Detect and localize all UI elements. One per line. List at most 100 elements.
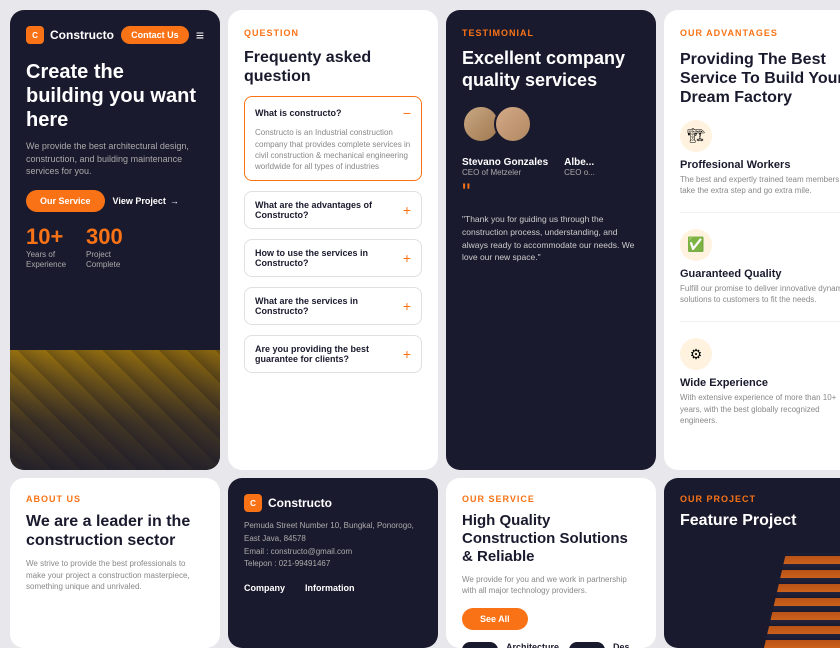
service-section-label: OUR SERVICE [462, 494, 640, 504]
design-icon: 🔧 [569, 642, 605, 648]
service-description: We provide for you and we work in partne… [462, 574, 640, 596]
advantage-desc-2: Fulfill our promise to deliver innovativ… [680, 283, 840, 305]
testimonial-person-1: Stevano Gonzales CEO of Metzeler [462, 157, 548, 177]
footer-logo: C Constructo [244, 494, 422, 512]
service-card: OUR SERVICE High Quality Construction So… [446, 478, 656, 648]
advantages-section-label: OUR ADVANTAGES [680, 28, 840, 38]
logo-icon: C [26, 26, 44, 44]
faq-item[interactable]: What are the services in Constructo? + [244, 287, 422, 325]
advantage-item-1: 🏗 Proffesional Workers The best and expe… [680, 120, 840, 196]
faq-toggle-icon: + [403, 202, 411, 218]
project-building-visual [764, 553, 840, 648]
project-section-label: OUR PROJECT [680, 494, 840, 504]
menu-icon[interactable]: ≡ [196, 27, 204, 43]
experience-icon: ⚙ [680, 338, 712, 370]
faq-toggle-icon: − [403, 105, 411, 121]
hero-title: Create the building you want here [26, 60, 204, 132]
faq-header: Are you providing the best guarantee for… [255, 344, 411, 364]
stats-row: 10+ Years ofExperience 300 ProjectComple… [26, 224, 204, 271]
faq-toggle-icon: + [403, 298, 411, 314]
hero-buttons: Our Service View Project → [26, 190, 204, 212]
stat-years-label: Years ofExperience [26, 250, 66, 271]
faq-title: Frequenty asked question [244, 48, 422, 86]
faq-item[interactable]: What are the advantages of Constructo? + [244, 191, 422, 229]
faq-question: What are the services in Constructo? [255, 296, 403, 316]
faq-header: How to use the services in Constructo? + [255, 248, 411, 268]
stat-projects: 300 ProjectComplete [86, 224, 123, 271]
quality-icon: ✅ [680, 229, 712, 261]
logo: C Constructo [26, 26, 114, 44]
hero-description: We provide the best architectural design… [26, 140, 204, 178]
advantage-title-1: Proffesional Workers [680, 159, 840, 171]
footer-col-1: Company [244, 583, 285, 597]
advantages-title: Providing The Best Service To Build Your… [680, 50, 840, 108]
hero-card: C Constructo Contact Us ≡ Create the bui… [10, 10, 220, 470]
faq-item[interactable]: How to use the services in Constructo? + [244, 239, 422, 277]
logo-text: Constructo [50, 28, 114, 42]
testimonial-card: TESTIMONIAL Excellent company quality se… [446, 10, 656, 470]
about-title: We are a leader in the construction sect… [26, 512, 204, 550]
footer-columns: Company Information [244, 583, 422, 597]
person1-role: CEO of Metzeler [462, 168, 548, 177]
testimonial-title: Excellent company quality services [462, 48, 640, 91]
contact-button[interactable]: Contact Us [121, 26, 189, 44]
footer-address: Pemuda Street Number 10, Bungkal, Ponoro… [244, 520, 422, 571]
faq-question: What is constructo? [255, 108, 403, 118]
stat-years-num: 10+ [26, 224, 66, 250]
faq-header: What are the advantages of Constructo? + [255, 200, 411, 220]
testimonial-avatars [462, 105, 640, 143]
arrow-icon: → [170, 196, 179, 206]
about-description: We strive to provide the best profession… [26, 558, 204, 592]
faq-question: What are the advantages of Constructo? [255, 200, 403, 220]
faq-item[interactable]: Are you providing the best guarantee for… [244, 335, 422, 373]
person2-name: Albe... [564, 157, 595, 168]
service-sub-1: Architecture & Building Architecture is … [506, 642, 559, 648]
footer-col-2: Information [305, 583, 355, 597]
footer-card: C Constructo Pemuda Street Number 10, Bu… [228, 478, 438, 648]
project-title: Feature Project [680, 512, 840, 530]
advantage-desc-3: With extensive experience of more than 1… [680, 392, 840, 426]
service-title: High Quality Construction Solutions & Re… [462, 512, 640, 566]
advantage-desc-1: The best and expertly trained team membe… [680, 174, 840, 196]
faq-header: What are the services in Constructo? + [255, 296, 411, 316]
faq-toggle-icon: + [403, 250, 411, 266]
stat-projects-label: ProjectComplete [86, 250, 123, 271]
advantages-card: OUR ADVANTAGES Providing The Best Servic… [664, 10, 840, 470]
see-all-button[interactable]: See All [462, 608, 528, 630]
service-button[interactable]: Our Service [26, 190, 105, 212]
divider [680, 212, 840, 213]
person2-role: CEO o... [564, 168, 595, 177]
service-item-1: 🏛 Architecture & Building Architecture i… [462, 642, 559, 648]
about-card: ABOUT US We are a leader in the construc… [10, 478, 220, 648]
project-button[interactable]: View Project → [113, 196, 179, 206]
service-items: 🏛 Architecture & Building Architecture i… [462, 642, 640, 648]
faq-answer: Constructo is an Industrial construction… [255, 127, 411, 172]
faq-question: How to use the services in Constructo? [255, 248, 403, 268]
advantage-item-3: ⚙ Wide Experience With extensive experie… [680, 338, 840, 426]
quote-mark-icon: " [462, 187, 640, 199]
faq-card: QUESTION Frequenty asked question What i… [228, 10, 438, 470]
stat-projects-num: 300 [86, 224, 123, 250]
about-section-label: ABOUT US [26, 494, 204, 504]
stat-experience: 10+ Years ofExperience [26, 224, 66, 271]
testimonial-info: Stevano Gonzales CEO of Metzeler Albe...… [462, 157, 640, 177]
testimonial-quote: "Thank you for guiding us through the co… [462, 213, 640, 264]
advantage-title-3: Wide Experience [680, 377, 840, 389]
person1-name: Stevano Gonzales [462, 157, 548, 168]
footer-logo-text: Constructo [268, 496, 332, 510]
testimonial-person-2: Albe... CEO o... [564, 157, 595, 177]
hero-topbar: C Constructo Contact Us ≡ [26, 26, 204, 44]
workers-icon: 🏗 [680, 120, 712, 152]
faq-item[interactable]: What is constructo? − Constructo is an I… [244, 96, 422, 181]
advantage-title-2: Guaranteed Quality [680, 268, 840, 280]
faq-question: Are you providing the best guarantee for… [255, 344, 403, 364]
service-sub-2: Des... Co... Desig... which single... ow… [613, 642, 642, 648]
testimonial-section-label: TESTIMONIAL [462, 28, 640, 38]
faq-toggle-icon: + [403, 346, 411, 362]
project-card: OUR PROJECT Feature Project [664, 478, 840, 648]
avatar-2 [494, 105, 532, 143]
faq-header: What is constructo? − [255, 105, 411, 121]
service-item-2: 🔧 Des... Co... Desig... which single... … [569, 642, 642, 648]
faq-section-label: QUESTION [244, 28, 422, 38]
architecture-icon: 🏛 [462, 642, 498, 648]
